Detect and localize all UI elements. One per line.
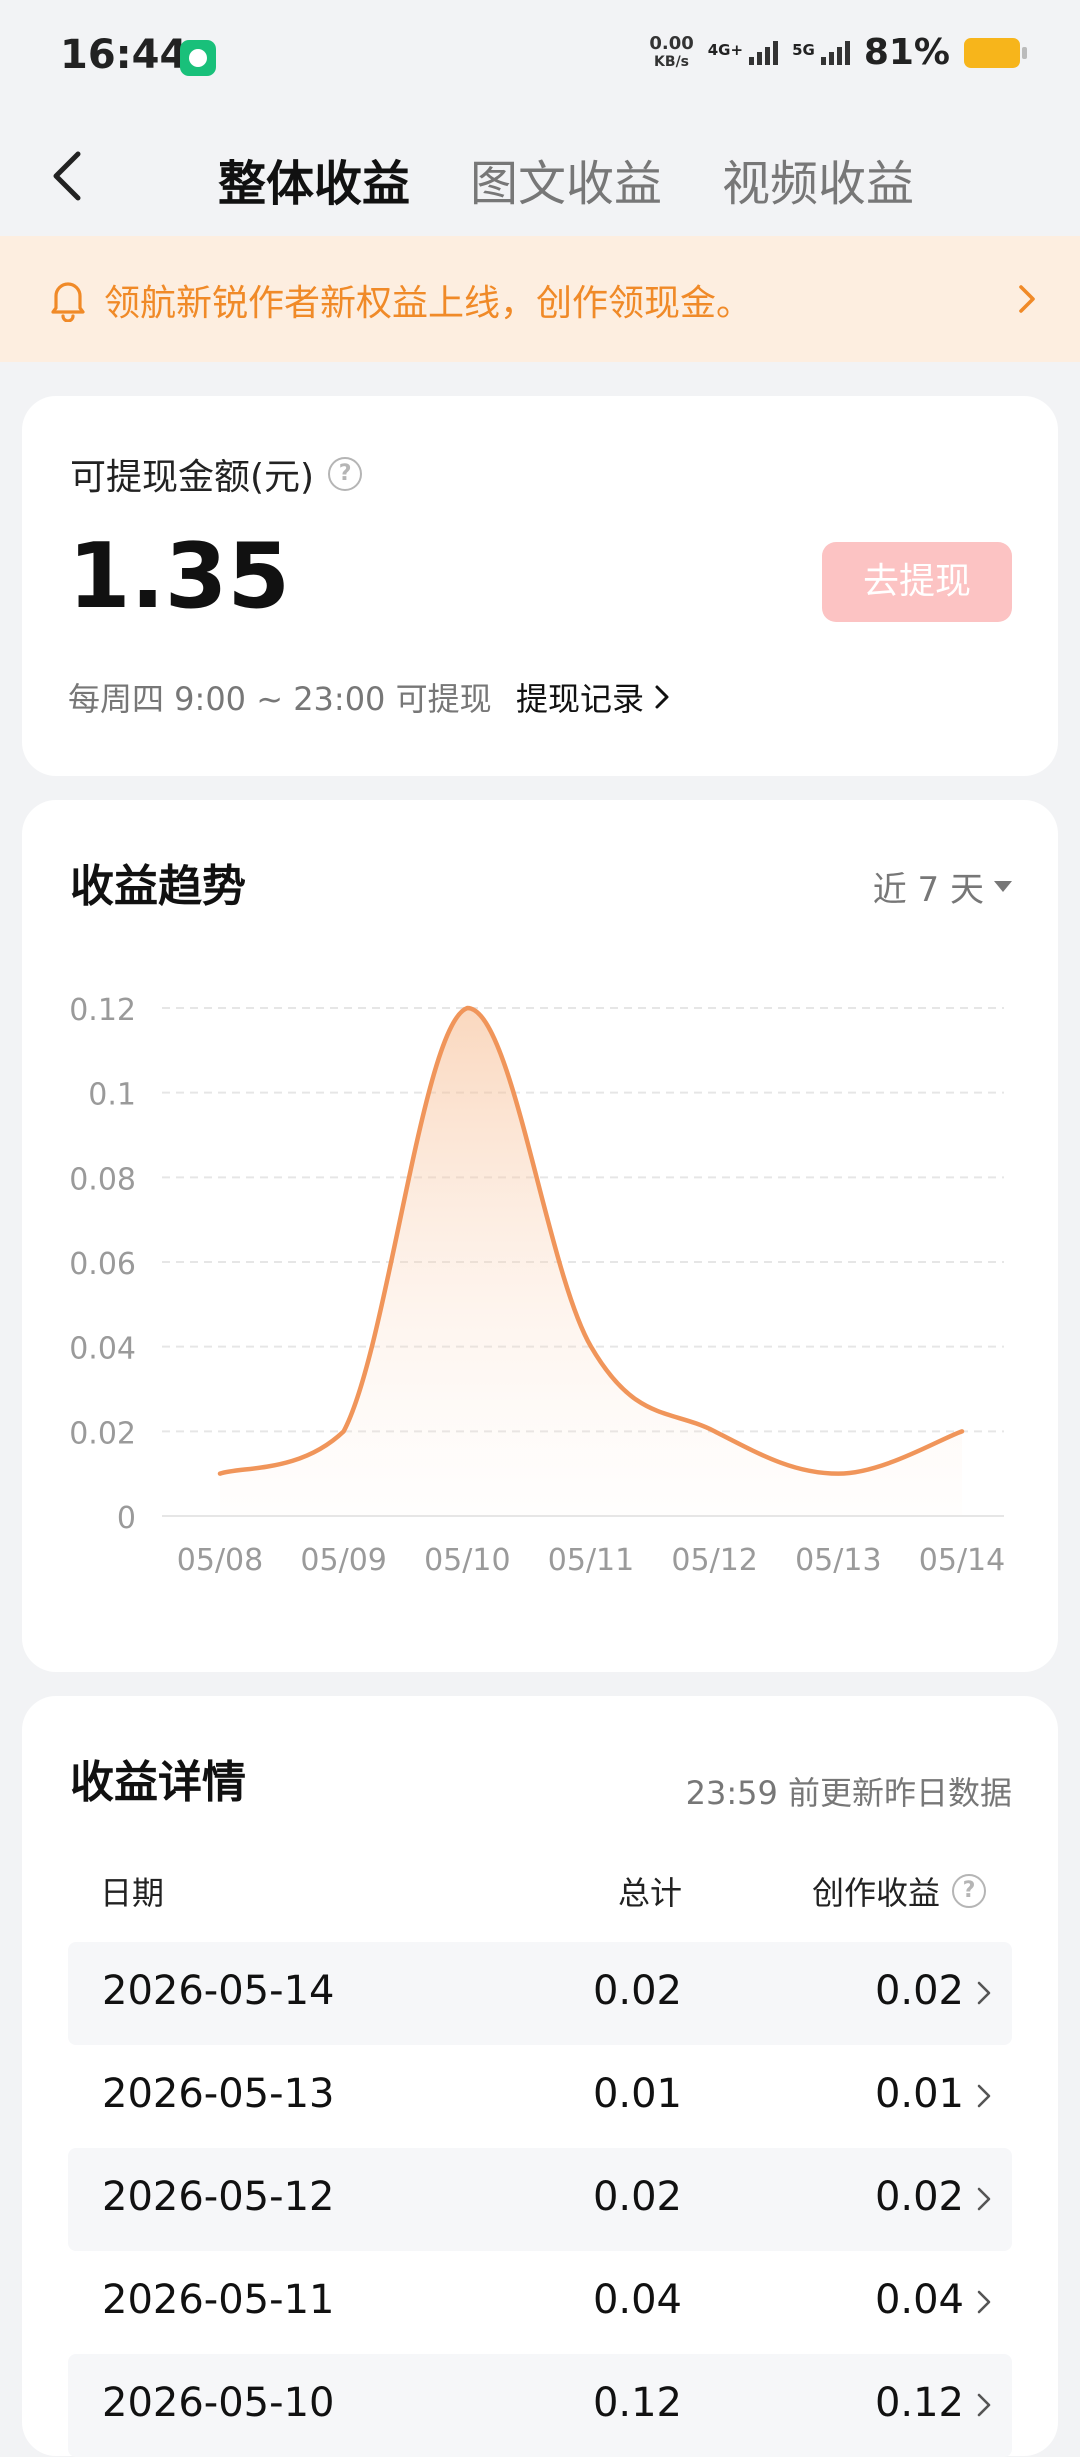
x-tick-label: 05/09	[300, 1543, 386, 1578]
withdraw-history-link[interactable]: 提现记录	[516, 674, 670, 720]
withdraw-schedule: 每周四 9:00 ~ 23:00 可提现	[68, 680, 492, 718]
header-creation-label: 创作收益	[811, 1874, 940, 1912]
table-header: 日期 总计 创作收益 ?	[68, 1868, 1012, 1920]
row-total: 0.02	[592, 2174, 682, 2220]
table-row[interactable]: 2026-05-10 0.12 0.12	[68, 2354, 1012, 2457]
withdrawable-amount: 1.35	[68, 524, 291, 629]
trend-title: 收益趋势	[70, 861, 246, 912]
row-total: 0.12	[592, 2380, 682, 2426]
status-time: 16:44	[60, 32, 188, 78]
header-creation: 创作收益 ?	[812, 1868, 986, 1914]
dropdown-triangle-icon	[994, 881, 1012, 892]
x-tick-label: 05/13	[795, 1543, 881, 1578]
chevron-right-icon	[977, 2290, 991, 2314]
table-row[interactable]: 2026-05-13 0.01 0.01	[68, 2045, 1012, 2148]
row-creation: 0.02	[874, 2174, 964, 2220]
chevron-right-icon	[977, 2187, 991, 2211]
tab-overall-earnings[interactable]: 整体收益	[218, 144, 410, 214]
tab-bar: 整体收益 图文收益 视频收益	[218, 144, 914, 214]
net-speed: 0.00 KB/s	[649, 32, 694, 71]
header-date: 日期	[100, 1874, 165, 1912]
bell-icon	[51, 282, 85, 322]
chevron-right-icon	[655, 685, 669, 709]
row-total: 0.02	[592, 1968, 682, 2014]
y-tick-label: 0	[117, 1501, 136, 1536]
tab-video-earnings[interactable]: 视频收益	[722, 144, 914, 214]
update-note: 23:59 前更新昨日数据	[685, 1774, 1012, 1812]
signal-4g-label: 4G+	[707, 40, 744, 59]
row-creation: 0.04	[874, 2277, 964, 2323]
promo-banner[interactable]: 领航新锐作者新权益上线，创作领现金。	[0, 236, 1080, 362]
battery-percent: 81%	[863, 32, 950, 73]
chevron-right-icon	[977, 2393, 991, 2417]
earnings-trend-chart: 0.12 0.1 0.08 0.06 0.04 0.02 0 05/08 05/09 05/10 0…	[69, 993, 1005, 1578]
chevron-right-icon	[1019, 285, 1035, 313]
row-total: 0.01	[592, 2071, 682, 2117]
net-speed-unit: KB/s	[654, 53, 690, 70]
x-tick-label: 05/10	[424, 1543, 510, 1578]
status-indicators: 0.00 KB/s 4G+ 5G 81%	[649, 32, 1027, 73]
help-icon[interactable]: ?	[328, 457, 363, 491]
chevron-right-icon	[977, 1981, 991, 2005]
status-bar: 16:44 0.00 KB/s 4G+ 5G 81%	[0, 0, 1080, 110]
nav-bar: 整体收益 图文收益 视频收益	[0, 110, 1080, 234]
signal-5g-label: 5G	[792, 40, 815, 59]
header-total: 总计	[617, 1874, 682, 1912]
table-body: 2026-05-14 0.02 0.02 2026-05-13 0.01 0.0…	[68, 1942, 1012, 2457]
row-date: 2026-05-12	[102, 2174, 335, 2220]
x-tick-label: 05/11	[548, 1543, 634, 1578]
x-tick-label: 05/12	[671, 1543, 757, 1578]
row-date: 2026-05-13	[102, 2071, 335, 2117]
table-row[interactable]: 2026-05-14 0.02 0.02	[68, 1942, 1012, 2045]
details-card: 收益详情 23:59 前更新昨日数据 日期 总计 创作收益 ? 2026-05-…	[22, 1696, 1058, 2457]
row-date: 2026-05-14	[102, 1968, 335, 2014]
row-total: 0.04	[592, 2277, 682, 2323]
trend-card: 0.12 0.1 0.08 0.06 0.04 0.02 0 05/08 05/09 05/10 0…	[22, 800, 1058, 1672]
x-tick-label: 05/08	[177, 1543, 263, 1578]
app-notification-icon	[180, 40, 216, 76]
y-tick-label: 0.06	[69, 1247, 136, 1282]
table-row[interactable]: 2026-05-11 0.04 0.04	[68, 2251, 1012, 2354]
y-tick-label: 0.02	[69, 1416, 136, 1451]
tab-article-earnings[interactable]: 图文收益	[470, 144, 662, 214]
table-row[interactable]: 2026-05-12 0.02 0.02	[68, 2148, 1012, 2251]
period-label: 近 7 天	[872, 870, 984, 910]
signal-5g-icon: 5G	[792, 40, 850, 65]
balance-card: 可提现金额(元) ? 1.35 去提现 每周四 9:00 ~ 23:00 可提现…	[22, 396, 1058, 776]
help-icon[interactable]: ?	[952, 1874, 986, 1908]
row-date: 2026-05-10	[102, 2380, 335, 2426]
row-creation: 0.12	[874, 2380, 964, 2426]
withdraw-history-label: 提现记录	[516, 680, 645, 718]
period-dropdown[interactable]: 近 7 天	[873, 862, 1012, 911]
battery-icon	[964, 37, 1027, 68]
y-tick-label: 0.08	[69, 1162, 136, 1197]
row-creation: 0.01	[874, 2071, 964, 2117]
y-tick-label: 0.12	[69, 993, 136, 1028]
chevron-right-icon	[977, 2084, 991, 2108]
x-tick-label: 05/14	[919, 1543, 1005, 1578]
banner-text: 领航新锐作者新权益上线，创作领现金。	[104, 283, 753, 324]
net-speed-value: 0.00	[649, 32, 694, 54]
row-creation: 0.02	[874, 1968, 964, 2014]
y-tick-label: 0.04	[69, 1332, 136, 1367]
withdraw-button[interactable]: 去提现	[822, 542, 1012, 622]
balance-label: 可提现金额(元)	[70, 457, 315, 498]
y-tick-label: 0.1	[88, 1078, 136, 1113]
details-title: 收益详情	[70, 1757, 246, 1808]
row-date: 2026-05-11	[102, 2277, 335, 2323]
back-arrow-icon[interactable]	[40, 146, 100, 206]
signal-4g-icon: 4G+	[707, 40, 779, 65]
